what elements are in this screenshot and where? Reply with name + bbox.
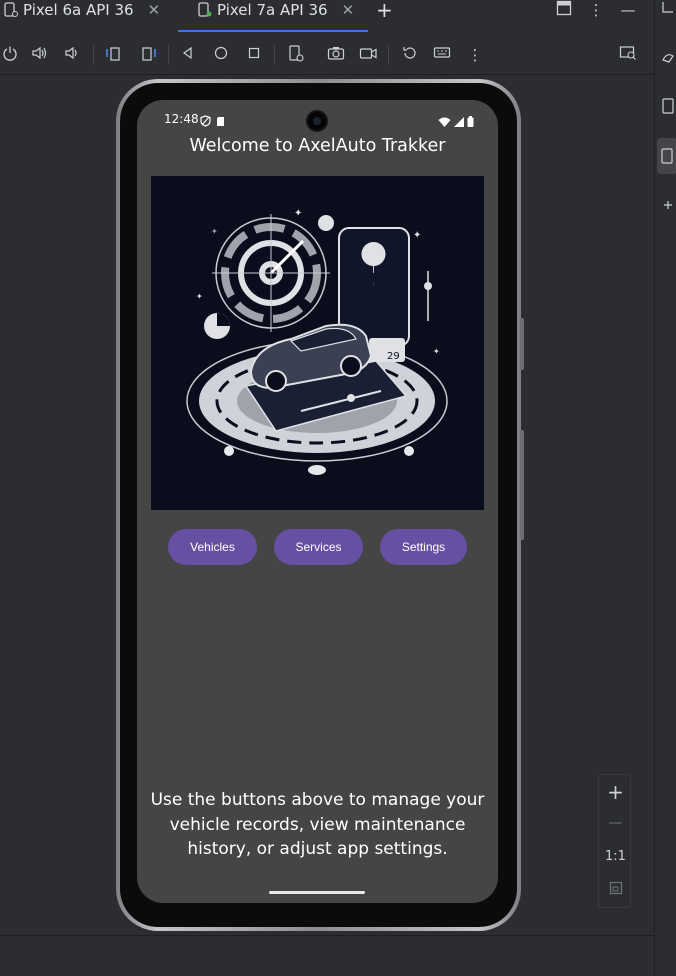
services-button[interactable]: Services <box>274 529 363 565</box>
emulator-toolbar: ⋮ <box>0 35 654 75</box>
rotate-right-icon[interactable] <box>138 45 158 65</box>
zoom-fit-icon[interactable] <box>599 881 632 899</box>
tab-label: Pixel 7a API 36 <box>217 1 328 19</box>
separator <box>168 45 169 65</box>
screenrecord-icon[interactable] <box>358 45 378 65</box>
keyboard-icon[interactable] <box>432 45 452 65</box>
tool-window-icon[interactable] <box>661 0 676 18</box>
separator <box>388 45 389 65</box>
reset-icon[interactable] <box>400 45 420 65</box>
status-bar: 12:48 <box>137 100 498 138</box>
right-tool-strip <box>654 0 676 976</box>
svg-text:✦: ✦ <box>294 208 302 219</box>
device-settings-icon[interactable] <box>286 45 306 65</box>
add-tab-button[interactable]: + <box>376 0 393 22</box>
overview-icon[interactable] <box>244 45 264 65</box>
tab-pixel-6a[interactable]: Pixel 6a API 36 ✕ <box>4 0 160 20</box>
layout-icon[interactable] <box>554 0 574 20</box>
home-indicator[interactable] <box>269 891 365 894</box>
vehicles-button[interactable]: Vehicles <box>168 529 257 565</box>
running-devices-tab[interactable] <box>657 138 676 174</box>
hero-date: 29 <box>387 351 400 362</box>
device-icon <box>4 2 18 18</box>
battery-icon <box>467 112 474 131</box>
power-side-button <box>520 318 524 370</box>
svg-text:✦: ✦ <box>211 227 218 236</box>
status-time: 12:48 <box>164 112 199 126</box>
device-screen[interactable]: 12:48 Welcome to AxelAuto Trakker 29 ✦ ✦… <box>137 100 498 903</box>
back-icon[interactable] <box>178 45 198 65</box>
home-icon[interactable] <box>211 45 231 65</box>
svg-text:✦: ✦ <box>413 230 421 241</box>
separator <box>93 45 94 65</box>
svg-text:✦: ✦ <box>433 347 440 356</box>
more-icon[interactable]: ⋮ <box>465 45 485 65</box>
volume-up-icon[interactable] <box>30 45 50 65</box>
sd-card-icon <box>216 112 225 131</box>
zoom-in-button[interactable]: + <box>599 780 632 804</box>
close-icon[interactable]: ✕ <box>148 1 161 19</box>
zoom-controls: + — 1:1 <box>598 774 631 908</box>
front-camera <box>306 110 328 132</box>
action-buttons: Vehicles Services Settings <box>137 529 498 565</box>
volume-side-button <box>520 430 524 540</box>
zoom-1-1-button[interactable]: 1:1 <box>599 849 632 864</box>
minimize-icon[interactable]: — <box>618 0 638 20</box>
gradle-icon[interactable] <box>661 50 676 68</box>
active-tab-indicator <box>178 30 368 32</box>
settings-button[interactable]: Settings <box>380 529 467 565</box>
display-search-icon[interactable] <box>618 45 638 65</box>
device-tab-bar: Pixel 6a API 36 ✕ Pixel 7a API 36 ✕ + ⋮ … <box>0 0 654 22</box>
rotate-left-icon[interactable] <box>104 45 124 65</box>
wifi-icon <box>438 112 451 131</box>
help-text: Use the buttons above to manage your veh… <box>150 790 485 859</box>
close-icon[interactable]: ✕ <box>342 1 355 19</box>
hero-illustration: 29 ✦ ✦ ✦ ✦ ✦ <box>151 176 484 510</box>
svg-text:✦: ✦ <box>196 292 203 301</box>
signal-icon <box>454 112 464 131</box>
more-vertical-icon[interactable]: ⋮ <box>586 0 606 20</box>
page-title: Welcome to AxelAuto Trakker <box>189 136 446 156</box>
tab-pixel-7a[interactable]: Pixel 7a API 36 ✕ <box>198 0 354 20</box>
power-icon[interactable] <box>0 45 20 65</box>
device-manager-icon[interactable] <box>661 98 676 116</box>
device-icon <box>198 2 212 18</box>
notifications-icon[interactable] <box>661 198 676 216</box>
tab-label: Pixel 6a API 36 <box>23 1 134 19</box>
zoom-out-button[interactable]: — <box>599 815 632 831</box>
bottom-panel-edge <box>0 935 654 976</box>
separator <box>274 45 275 65</box>
volume-down-icon[interactable] <box>62 45 82 65</box>
shield-icon <box>200 112 211 131</box>
camera-icon[interactable] <box>326 45 346 65</box>
